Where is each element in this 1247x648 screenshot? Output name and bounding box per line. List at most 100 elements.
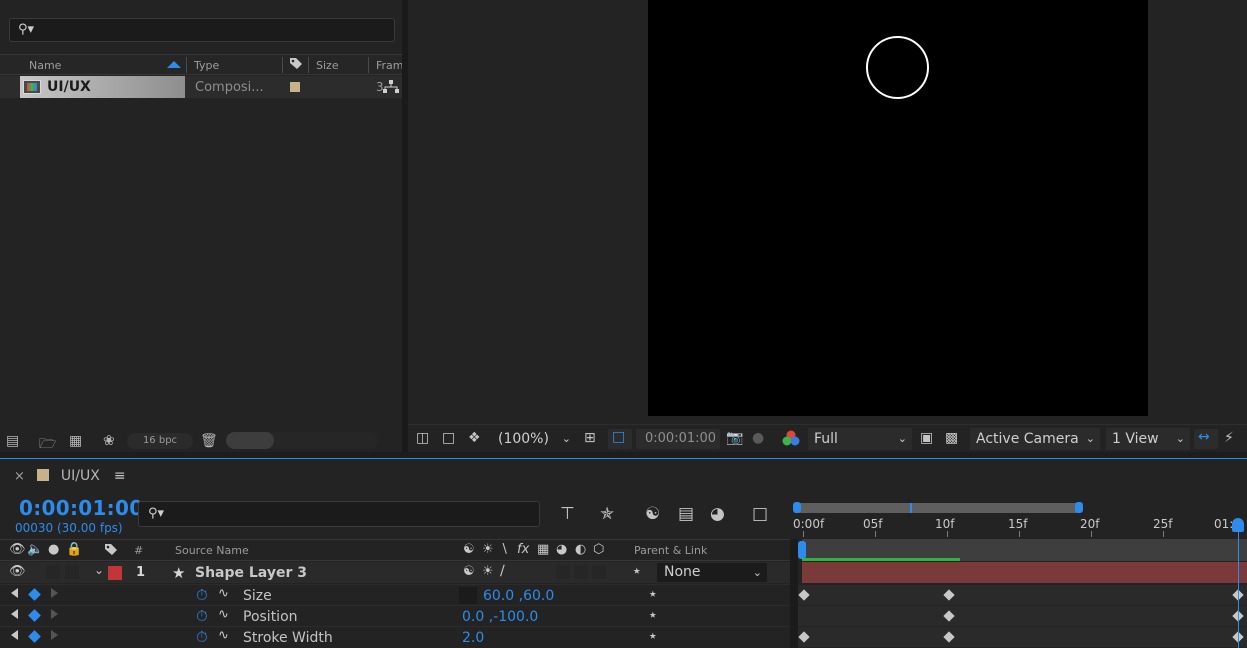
always-preview-icon[interactable]: ◫ xyxy=(416,430,429,446)
label-tag-icon[interactable] xyxy=(289,57,303,70)
previous-keyframe-icon[interactable] xyxy=(11,588,18,598)
add-keyframe-icon[interactable] xyxy=(28,630,41,643)
frame-blend-switch-icon[interactable]: ▦ xyxy=(537,542,549,557)
frame-blending-icon[interactable]: ▤ xyxy=(678,504,694,524)
column-size[interactable]: Size xyxy=(316,59,339,72)
composition-flowchart-icon[interactable]: ⊤ xyxy=(560,504,575,524)
project-scrollbar[interactable] xyxy=(226,432,274,449)
comp-start-handle[interactable] xyxy=(798,541,806,559)
fast-previews-icon[interactable]: ⚡ xyxy=(1224,430,1234,446)
close-icon[interactable]: × xyxy=(14,469,25,484)
property-value[interactable]: 2.0 xyxy=(462,630,484,646)
region-of-interest-icon[interactable]: ▣ xyxy=(920,430,933,446)
keyframe-track-stroke-width[interactable] xyxy=(798,626,1247,647)
show-snapshot-icon[interactable]: ● xyxy=(752,430,764,446)
project-search-input[interactable]: ⚲▾ xyxy=(9,18,395,42)
collapse-switch-icon[interactable]: ☀ xyxy=(482,564,494,579)
constrain-proportions-toggle[interactable] xyxy=(459,587,477,604)
keyframe[interactable] xyxy=(943,631,955,643)
next-keyframe-icon[interactable] xyxy=(51,609,58,619)
trash-icon[interactable]: 🗑 xyxy=(200,433,218,449)
property-row-size[interactable]: ⏱ ∿ Size 60.0 ,60.0 ٭ xyxy=(0,584,790,605)
column-name[interactable]: Name xyxy=(29,59,61,72)
effects-fx-icon[interactable]: fx xyxy=(517,542,529,557)
keyframe[interactable] xyxy=(798,631,810,643)
layer-duration-bar[interactable] xyxy=(802,562,1247,583)
audio-speaker-icon[interactable]: 🔈 xyxy=(27,542,43,557)
resolution-dropdown[interactable]: Full ⌄ xyxy=(808,428,912,450)
project-item-name-cell[interactable]: UI/UX xyxy=(20,76,185,98)
stopwatch-icon[interactable]: ⏱ xyxy=(196,586,208,604)
work-area-end-handle[interactable] xyxy=(1075,502,1083,513)
transparency-grid-icon[interactable]: ▩ xyxy=(945,430,958,446)
timeline-tab[interactable]: × UI/UX ≡ xyxy=(14,468,126,484)
video-eye-icon[interactable]: 👁 xyxy=(9,542,26,557)
property-row-position[interactable]: ⏱ ∿ Position 0.0 ,-100.0 ٭ xyxy=(0,605,790,626)
solo-dot-icon[interactable]: ● xyxy=(48,542,59,557)
layer-label-color[interactable] xyxy=(108,566,122,580)
graph-icon[interactable]: ∿ xyxy=(218,628,229,643)
property-value[interactable]: 0.0 ,-100.0 xyxy=(462,609,538,625)
3d-layer-icon[interactable]: ⬡ xyxy=(593,542,604,557)
lock-switch[interactable] xyxy=(65,565,79,579)
project-settings-icon[interactable]: ❀ xyxy=(103,433,115,449)
parent-dropdown[interactable]: None ⌄ xyxy=(657,563,767,582)
shy-layers-icon[interactable]: ☯ xyxy=(645,504,660,524)
toggle-mask-path-button[interactable]: □ xyxy=(608,429,632,449)
bit-depth-button[interactable]: 16 bpc xyxy=(127,433,193,449)
pick-whip-icon[interactable]: ٭ xyxy=(633,563,641,579)
keyframe-track-size[interactable] xyxy=(798,584,1247,605)
pick-whip-icon[interactable]: ٭ xyxy=(649,586,657,602)
add-keyframe-icon[interactable] xyxy=(28,609,41,622)
column-frame[interactable]: Fram xyxy=(376,59,404,72)
graph-editor-icon[interactable]: □ xyxy=(752,504,768,524)
circle-shape[interactable] xyxy=(866,36,929,99)
previous-keyframe-icon[interactable] xyxy=(11,630,18,640)
pick-whip-icon[interactable]: ٭ xyxy=(649,628,657,644)
monitor-icon[interactable]: □ xyxy=(442,430,455,446)
keyframe[interactable] xyxy=(943,589,955,601)
timeline-track-area[interactable] xyxy=(798,539,1247,648)
shy-switch-icon[interactable]: ☯ xyxy=(463,542,475,557)
timeline-splitter[interactable] xyxy=(790,539,798,648)
lock-icon[interactable]: 🔒 xyxy=(66,542,82,557)
keyframe[interactable] xyxy=(798,589,810,601)
viewer-timecode[interactable]: 0:00:01:00 xyxy=(636,429,720,449)
collapse-switch-icon[interactable]: ☀ xyxy=(482,542,494,557)
graph-icon[interactable]: ∿ xyxy=(218,607,229,622)
quality-switch-icon[interactable]: ∖ xyxy=(500,542,508,557)
project-item-row[interactable]: UI/UX Composi... 3 xyxy=(0,76,402,98)
adjustment-switch[interactable] xyxy=(574,565,588,579)
mask-visibility-icon[interactable]: ❖ xyxy=(468,430,481,446)
property-value[interactable]: 60.0 ,60.0 xyxy=(483,588,554,604)
zoom-dropdown[interactable]: (100%) ⌄ xyxy=(492,428,576,450)
camera-dropdown[interactable]: Active Camera ⌄ xyxy=(970,428,1100,450)
solo-switch[interactable] xyxy=(46,565,60,579)
column-type[interactable]: Type xyxy=(194,59,219,72)
pick-whip-icon[interactable]: ٭ xyxy=(649,607,657,623)
color-channels-icon[interactable] xyxy=(782,430,800,447)
next-keyframe-icon[interactable] xyxy=(51,588,58,598)
work-area-bar[interactable] xyxy=(798,503,1080,513)
keyframe-track-position[interactable] xyxy=(798,605,1247,626)
motion-blur-icon[interactable]: ◕ xyxy=(710,504,725,524)
stopwatch-icon[interactable]: ⏱ xyxy=(196,628,208,646)
property-row-stroke-width[interactable]: ⏱ ∿ Stroke Width 2.0 ٭ xyxy=(0,626,790,647)
shy-switch-icon[interactable]: ☯ xyxy=(463,564,475,579)
previous-keyframe-icon[interactable] xyxy=(11,609,18,619)
add-keyframe-icon[interactable] xyxy=(28,588,41,601)
sort-ascending-icon[interactable] xyxy=(167,61,181,68)
snapshot-camera-icon[interactable]: 📷 xyxy=(726,430,743,446)
panel-menu-icon[interactable]: ≡ xyxy=(114,468,126,484)
motion-blur-switch-icon[interactable]: ◕ xyxy=(556,542,567,557)
layer-row[interactable]: 👁 ⌄ 1 ★ Shape Layer 3 ☯ ☀ ∕ ٭ None ⌄ xyxy=(0,562,790,583)
expand-chevron-icon[interactable]: ⌄ xyxy=(94,563,104,577)
column-parent-link[interactable]: Parent & Link xyxy=(634,544,707,557)
graph-icon[interactable]: ∿ xyxy=(218,586,229,601)
3d-switch[interactable] xyxy=(592,565,606,579)
label-color-swatch[interactable] xyxy=(290,82,300,92)
stopwatch-icon[interactable]: ⏱ xyxy=(196,607,208,625)
new-composition-icon[interactable]: ▦ xyxy=(69,433,82,449)
current-time-display[interactable]: 0:00:01:00 xyxy=(19,496,143,520)
new-folder-icon[interactable]: 🗁 xyxy=(39,433,56,457)
